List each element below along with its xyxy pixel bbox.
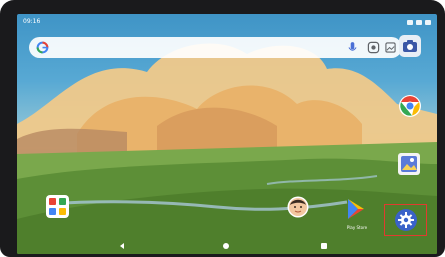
- google-g-icon: [36, 41, 49, 54]
- chrome-icon[interactable]: [398, 94, 422, 118]
- gear-icon: [395, 209, 417, 231]
- settings-app-highlight[interactable]: [384, 204, 427, 236]
- home-button[interactable]: [223, 243, 229, 249]
- status-bar: 09:16: [17, 14, 437, 30]
- navigation-bar: [17, 238, 437, 254]
- avatar-icon[interactable]: [287, 196, 309, 218]
- battery-icon: [425, 19, 431, 25]
- play-store-icon[interactable]: [345, 197, 367, 223]
- status-time: 09:16: [23, 18, 41, 25]
- image-search-icon[interactable]: [385, 41, 396, 54]
- back-button[interactable]: [119, 243, 125, 249]
- google-search-bar[interactable]: [29, 37, 402, 58]
- microphone-icon[interactable]: [348, 41, 357, 54]
- status-indicators: [407, 14, 431, 30]
- camera-icon: [403, 40, 417, 52]
- app-folder[interactable]: [46, 195, 69, 218]
- gallery-app[interactable]: [398, 153, 420, 175]
- camera-app[interactable]: [399, 35, 421, 57]
- play-store-label: Play Store: [346, 225, 368, 230]
- home-screen: 09:16 Play Store: [17, 14, 437, 254]
- wifi-icon: [416, 19, 422, 25]
- lens-icon[interactable]: [367, 41, 380, 54]
- recents-button[interactable]: [321, 243, 327, 249]
- signal-icon: [407, 19, 413, 25]
- folder-icon: [49, 198, 66, 215]
- gallery-icon: [401, 156, 417, 172]
